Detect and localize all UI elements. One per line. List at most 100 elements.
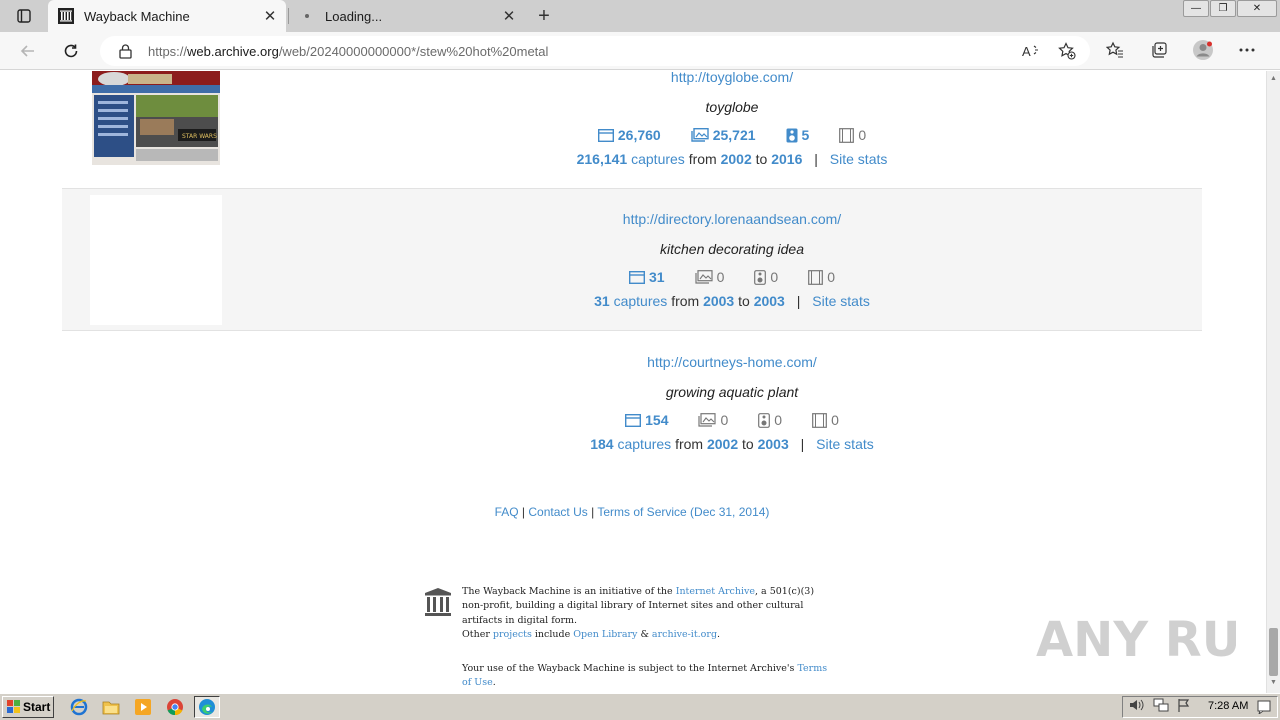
tab-wayback-machine[interactable]: Wayback Machine ✕	[48, 0, 286, 32]
divider: |	[814, 151, 818, 167]
new-tab-button[interactable]: +	[533, 5, 555, 27]
volume-icon[interactable]	[1129, 698, 1145, 717]
minimize-button[interactable]: —	[1183, 0, 1209, 17]
scroll-down-icon[interactable]: ▼	[1270, 679, 1277, 686]
from-word: from	[671, 293, 700, 309]
to-year[interactable]: 2003	[754, 293, 785, 309]
chrome-icon[interactable]	[162, 696, 188, 718]
tab-bar: Wayback Machine ✕ Loading... ✕ + — ❐ ✕	[0, 0, 1280, 32]
image-count[interactable]: 0	[698, 412, 728, 428]
webpage-icon	[597, 128, 614, 142]
from-year[interactable]: 2002	[707, 436, 738, 452]
edge-icon[interactable]	[194, 696, 220, 718]
audio-count[interactable]: 0	[758, 412, 782, 428]
captures-count[interactable]: 184	[590, 436, 613, 452]
webpage-icon	[629, 270, 646, 284]
faq-link[interactable]: FAQ	[495, 505, 519, 519]
vertical-scrollbar[interactable]: ▲ ▼	[1266, 71, 1280, 693]
tab-actions-button[interactable]	[8, 6, 40, 26]
result-stats: 26,760 25,721 5 0	[462, 127, 1002, 143]
address-bar[interactable]: https://web.archive.org/web/202400000000…	[100, 36, 1090, 66]
close-tab-icon[interactable]: ✕	[501, 8, 517, 25]
refresh-icon	[64, 44, 78, 58]
network-icon[interactable]	[1153, 698, 1169, 717]
html-count[interactable]: 31	[629, 269, 665, 285]
to-year[interactable]: 2003	[758, 436, 789, 452]
read-aloud-icon[interactable]: A	[1020, 40, 1042, 62]
to-year[interactable]: 2016	[771, 151, 802, 167]
about-text: The Wayback Machine is an initiative of …	[462, 586, 815, 640]
video-count[interactable]: 0	[808, 269, 835, 285]
captures-count[interactable]: 31	[594, 293, 610, 309]
captures-word[interactable]: captures	[617, 436, 671, 452]
start-button[interactable]: Start	[2, 696, 54, 718]
captures-count[interactable]: 216,141	[577, 151, 628, 167]
contact-us-link[interactable]: Contact Us	[528, 505, 587, 519]
result-description: kitchen decorating idea	[660, 241, 804, 257]
action-center-flag-icon[interactable]	[1177, 698, 1191, 717]
video-count[interactable]: 0	[839, 127, 866, 143]
terms-of-service-link[interactable]: Terms of Service (Dec 31, 2014)	[597, 505, 769, 519]
tab-actions-icon	[17, 9, 31, 23]
result-stats: 31 0 0 0	[462, 269, 1002, 285]
lock-icon	[118, 43, 132, 59]
webpage-icon	[625, 413, 642, 427]
image-count[interactable]: 25,721	[691, 127, 756, 143]
audio-icon	[754, 269, 767, 285]
html-count[interactable]: 26,760	[597, 127, 661, 143]
collections-icon[interactable]	[1148, 39, 1170, 61]
image-count[interactable]: 0	[694, 269, 724, 285]
capture-summary: 184 captures from 2002 to 2003 | Site st…	[462, 436, 1002, 452]
site-thumbnail[interactable]: STAR WARS	[92, 71, 220, 165]
system-tray	[1122, 696, 1278, 718]
result-url-link[interactable]: http://courtneys-home.com/	[647, 354, 817, 370]
back-button[interactable]	[15, 38, 41, 64]
site-stats-link[interactable]: Site stats	[812, 293, 870, 309]
scroll-up-icon[interactable]: ▲	[1270, 75, 1277, 82]
tab-title: Wayback Machine	[84, 8, 190, 24]
notification-icon[interactable]	[1257, 700, 1271, 719]
result-url-link[interactable]: http://toyglobe.com/	[671, 71, 793, 85]
favorites-icon[interactable]	[1104, 39, 1126, 61]
open-library-link[interactable]: Open Library	[573, 629, 637, 640]
captures-word[interactable]: captures	[614, 293, 668, 309]
projects-link[interactable]: projects	[493, 629, 532, 640]
footer-separator: |	[521, 505, 526, 519]
from-year[interactable]: 2003	[703, 293, 734, 309]
internet-archive-logo-icon	[425, 588, 451, 616]
taskbar: Start 7:28 AM	[0, 693, 1280, 720]
file-explorer-icon[interactable]	[98, 696, 124, 718]
internet-archive-link[interactable]: Internet Archive	[676, 586, 755, 597]
archive-it-link[interactable]: archive-it.org	[652, 629, 717, 640]
audio-count[interactable]: 0	[754, 269, 778, 285]
captures-word[interactable]: captures	[631, 151, 685, 167]
site-stats-link[interactable]: Site stats	[816, 436, 874, 452]
audio-icon	[758, 412, 771, 428]
internet-explorer-icon[interactable]	[66, 696, 92, 718]
video-icon	[808, 269, 824, 285]
scrollbar-thumb[interactable]	[1269, 628, 1278, 676]
from-year[interactable]: 2002	[721, 151, 752, 167]
divider: |	[796, 293, 801, 309]
add-favorite-icon[interactable]	[1056, 40, 1078, 62]
loading-dot-icon	[299, 8, 315, 24]
video-count[interactable]: 0	[812, 412, 839, 428]
restore-button[interactable]: ❐	[1210, 0, 1236, 17]
quick-launch	[66, 696, 220, 718]
site-thumbnail[interactable]	[90, 195, 222, 325]
tab-loading[interactable]: Loading... ✕	[289, 0, 525, 32]
divider: |	[800, 436, 805, 452]
audio-count[interactable]: 5	[786, 127, 809, 143]
window-close-button[interactable]: ✕	[1237, 0, 1277, 17]
more-menu-icon[interactable]	[1236, 39, 1258, 61]
taskbar-clock[interactable]: 7:28 AM	[1208, 700, 1248, 712]
capture-summary: 216,141 captures from 2002 to 2016 | Sit…	[462, 151, 1002, 167]
profile-avatar-icon[interactable]	[1192, 39, 1214, 61]
result-url-link[interactable]: http://directory.lorenaandsean.com/	[623, 211, 841, 227]
site-stats-link[interactable]: Site stats	[830, 151, 888, 167]
close-tab-icon[interactable]: ✕	[262, 8, 278, 25]
url-text: https://web.archive.org/web/202400000000…	[148, 43, 549, 59]
refresh-button[interactable]	[58, 38, 84, 64]
media-player-icon[interactable]	[130, 696, 156, 718]
html-count[interactable]: 154	[625, 412, 668, 428]
